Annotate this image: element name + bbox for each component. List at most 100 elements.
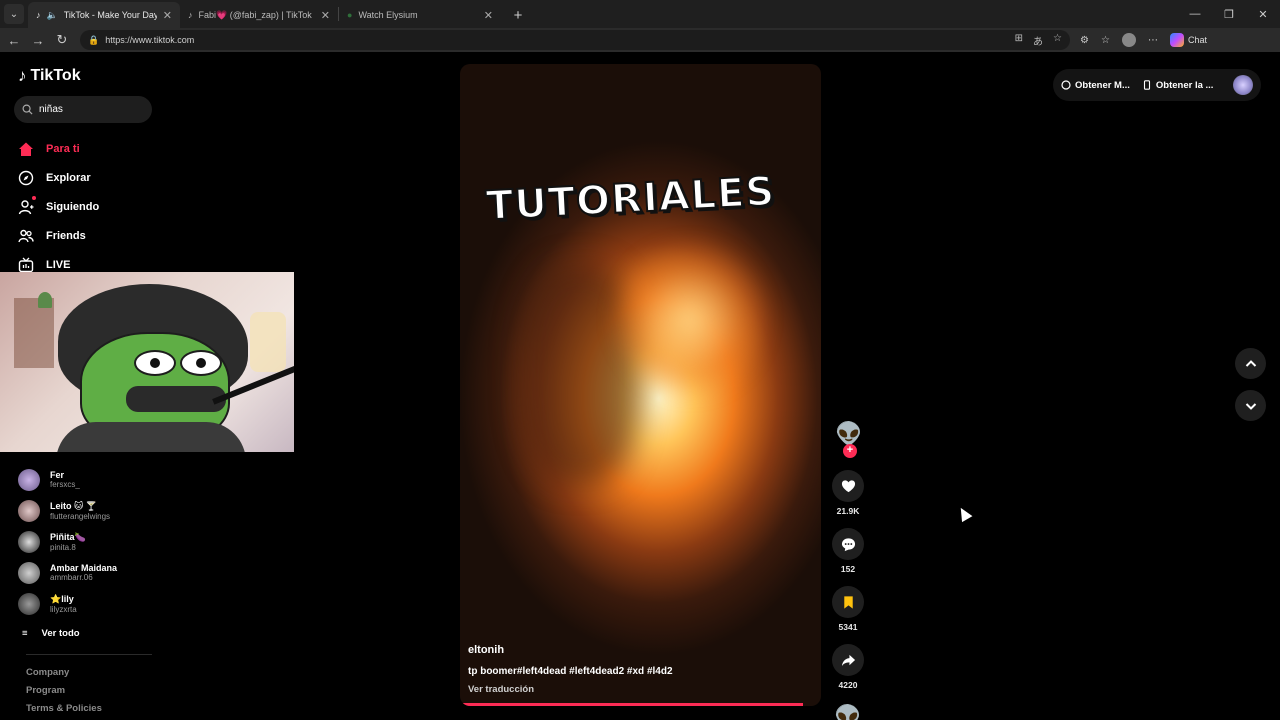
tiktok-logo[interactable]: ♪ TikTok	[18, 66, 81, 86]
get-coins-button[interactable]: Obtener M...	[1061, 80, 1130, 91]
search-icon[interactable]	[22, 104, 33, 115]
see-all-button[interactable]: ≡ Ver todo	[18, 621, 168, 645]
close-window-icon[interactable]: ✕	[1246, 0, 1280, 28]
notification-dot	[32, 195, 36, 200]
search-box[interactable]	[14, 96, 152, 123]
search-input[interactable]	[39, 104, 139, 115]
browser-tabbar: ⌄ ♪ 🔈 TikTok - Make Your Day ✕ ♪ Fabi💗 (…	[0, 0, 1280, 28]
tab-actions-menu[interactable]: ⌄	[4, 4, 24, 24]
account-name: Piñita🍆	[50, 531, 86, 542]
avatar	[18, 499, 40, 522]
home-icon	[19, 142, 33, 156]
get-coins-label: Obtener M...	[1075, 79, 1130, 91]
tab-title: TikTok - Make Your Day	[63, 10, 157, 20]
url-text: https://www.tiktok.com	[105, 35, 195, 45]
avatar	[18, 530, 40, 553]
nav-label: Siguiendo	[46, 200, 100, 213]
list-icon: ≡	[22, 627, 28, 639]
comment-icon	[841, 537, 855, 551]
video-progress-bar[interactable]	[460, 703, 803, 706]
account-handle: fersxcs_	[50, 480, 80, 489]
video-author[interactable]: eltonih	[468, 644, 504, 656]
bookmark-icon	[843, 595, 853, 609]
sound-disc-icon[interactable]: 👽	[834, 704, 861, 720]
account-handle: ammbarr.06	[50, 573, 93, 582]
see-all-label: Ver todo	[41, 627, 80, 639]
sidebar-divider	[26, 654, 152, 655]
nav-item-para-ti[interactable]: Para ti	[18, 134, 158, 163]
background-shelf	[14, 298, 54, 368]
previous-video-button[interactable]	[1235, 348, 1266, 379]
account-handle: lilyzxrta	[50, 604, 77, 614]
account-text: Fer fersxcs_	[50, 470, 80, 489]
favorite-star-icon[interactable]: ☆	[1053, 33, 1062, 48]
account-name: Fer	[50, 470, 65, 480]
close-icon[interactable]: ✕	[163, 9, 172, 22]
extensions-icon[interactable]: ⚙	[1080, 35, 1089, 46]
copilot-chat-button[interactable]: Chat	[1169, 33, 1207, 47]
address-bar[interactable]: 🔒 https://www.tiktok.com ⊞ あ ☆	[80, 30, 1070, 50]
comment-button[interactable]	[832, 528, 864, 560]
share-button[interactable]	[832, 644, 864, 676]
profile-avatar[interactable]	[1121, 33, 1136, 47]
tab-elysium[interactable]: ● Watch Elysium ✕	[339, 2, 501, 28]
nav-item-siguiendo[interactable]: Siguiendo	[18, 192, 158, 221]
live-icon	[18, 257, 34, 272]
account-item[interactable]: Fer fersxcs_	[18, 464, 168, 495]
webcam-overlay	[0, 272, 294, 452]
account-item[interactable]: Piñita🍆 pinita.8	[18, 526, 168, 557]
nav-label: Friends	[46, 229, 86, 242]
lock-icon[interactable]: 🔒	[88, 35, 99, 46]
more-menu-icon[interactable]: ⋯	[1148, 35, 1158, 46]
phone-icon	[1143, 80, 1150, 90]
favorites-icon[interactable]: ☆	[1101, 35, 1110, 46]
address-bar-icons: ⊞ あ ☆	[1015, 33, 1062, 48]
next-video-button[interactable]	[1235, 390, 1266, 421]
refresh-icon[interactable]: ↻	[50, 28, 74, 52]
account-name: Leito 🐱 🍸	[50, 500, 98, 511]
restore-icon[interactable]: ❐	[1212, 0, 1246, 28]
follow-plus-icon[interactable]: +	[843, 444, 857, 458]
account-item[interactable]: ⭐lily lilyzxrta	[18, 588, 168, 619]
account-item[interactable]: Ambar Maidana ammbarr.06	[18, 557, 168, 588]
creator-avatar[interactable]: 👽 +	[835, 422, 862, 458]
copilot-icon	[1169, 33, 1184, 47]
background-plant	[38, 292, 52, 308]
tab-tiktok-home[interactable]: ♪ 🔈 TikTok - Make Your Day ✕	[28, 2, 180, 28]
share-icon	[841, 654, 855, 666]
see-translation-link[interactable]: Ver traducción	[468, 684, 534, 695]
back-icon[interactable]: ←	[2, 28, 26, 52]
background-lamp	[250, 312, 286, 372]
save-count: 5341	[838, 622, 858, 632]
sidebar-footer: Company Program Terms & Policies	[26, 664, 102, 718]
chat-label: Chat	[1187, 35, 1207, 45]
tab-title: Fabi💗 (@fabi_zap) | TikTok	[198, 9, 312, 20]
nav-item-friends[interactable]: Friends	[18, 221, 158, 250]
nav-item-explorar[interactable]: Explorar	[18, 163, 158, 192]
footer-link-company[interactable]: Company	[26, 664, 102, 682]
translate-icon[interactable]: あ	[1033, 33, 1043, 48]
avatar	[18, 592, 40, 615]
audio-icon[interactable]: 🔈	[47, 10, 58, 21]
mouse-cursor	[955, 504, 973, 523]
account-item[interactable]: Leito 🐱 🍸 flutterangelwings	[18, 495, 168, 526]
footer-link-program[interactable]: Program	[26, 682, 102, 700]
video-player[interactable]: TUTORIALES eltonih tp boomer#left4dead #…	[460, 64, 821, 706]
apps-icon[interactable]: ⊞	[1015, 33, 1023, 48]
close-icon[interactable]: ✕	[321, 9, 330, 22]
close-icon[interactable]: ✕	[484, 9, 493, 22]
new-tab-button[interactable]: +	[507, 4, 529, 26]
footer-link-terms[interactable]: Terms & Policies	[26, 700, 102, 718]
like-button[interactable]	[832, 470, 864, 502]
forward-icon[interactable]: →	[26, 28, 50, 52]
minimize-icon[interactable]: —	[1178, 0, 1212, 28]
top-right-actions: Obtener M... Obtener la ...	[1053, 69, 1261, 101]
browser-right-tools: ⚙ ☆ ⋯ Chat	[1080, 33, 1207, 47]
nav-label: Para ti	[46, 142, 80, 155]
save-button[interactable]	[832, 586, 864, 618]
tab-title: Watch Elysium	[358, 10, 418, 20]
tab-fabi-profile[interactable]: ♪ Fabi💗 (@fabi_zap) | TikTok ✕	[180, 2, 338, 28]
get-app-button[interactable]: Obtener la ...	[1142, 80, 1213, 91]
browser-toolbar: ← → ↻ 🔒 https://www.tiktok.com ⊞ あ ☆ ⚙ ☆…	[0, 28, 1280, 52]
user-avatar[interactable]	[1233, 75, 1253, 95]
